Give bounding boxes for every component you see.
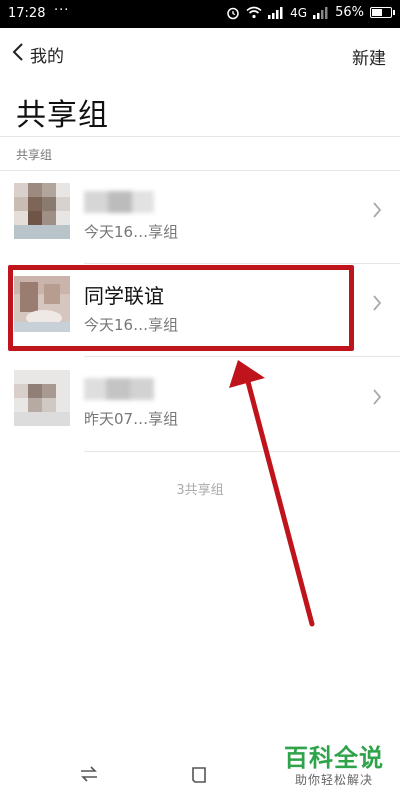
divider <box>84 356 400 357</box>
group-thumbnail <box>14 370 70 426</box>
group-count-label: 3共享组 <box>176 483 224 498</box>
list-item[interactable]: 今天16…享组 <box>0 171 400 263</box>
new-button[interactable]: 新建 <box>352 44 386 69</box>
blurred-title <box>84 376 176 402</box>
switch-apps-icon[interactable] <box>80 766 98 786</box>
signal-icon <box>268 6 284 19</box>
screen: 17:28 ··· 4G 56% 我的 新建 共享组 共享组 今天16…享组 同… <box>0 0 400 800</box>
watermark-brand: 百科全说 <box>284 744 384 772</box>
back-label: 我的 <box>30 47 64 67</box>
divider <box>84 451 400 452</box>
watermark-tagline: 助你轻松解决 <box>294 773 373 787</box>
blurred-title <box>84 189 176 215</box>
wifi-icon <box>246 6 262 19</box>
status-bar: 17:28 ··· 4G 56% <box>0 0 400 28</box>
section-label: 共享组 <box>16 148 53 162</box>
page-title: 共享组 <box>16 98 109 133</box>
list-item[interactable]: 同学联谊 今天16…享组 <box>0 264 400 356</box>
group-title: 同学联谊 <box>84 284 164 308</box>
chevron-right-icon <box>372 294 382 316</box>
group-subtitle: 今天16…享组 <box>84 223 179 241</box>
header: 我的 新建 <box>0 28 400 84</box>
status-time: 17:28 <box>8 6 46 21</box>
status-right: 4G 56% <box>226 5 395 20</box>
back-button[interactable]: 我的 <box>12 42 64 67</box>
chevron-right-icon <box>372 388 382 410</box>
home-icon[interactable] <box>190 766 208 788</box>
group-subtitle: 今天16…享组 <box>84 316 179 334</box>
chevron-right-icon <box>372 201 382 223</box>
signal-icon-2 <box>313 6 329 19</box>
divider <box>0 136 400 137</box>
battery-icon <box>370 7 395 18</box>
status-more-dots: ··· <box>54 3 70 18</box>
chevron-left-icon <box>12 42 24 67</box>
network-type: 4G <box>290 5 308 20</box>
watermark: 百科全说 助你轻松解决 <box>284 738 384 788</box>
group-thumbnail <box>14 276 70 332</box>
group-subtitle: 昨天07…享组 <box>84 410 179 428</box>
alarm-icon <box>226 6 240 20</box>
list-item[interactable]: 昨天07…享组 <box>0 358 400 450</box>
group-thumbnail <box>14 183 70 239</box>
battery-percent: 56% <box>335 5 364 20</box>
